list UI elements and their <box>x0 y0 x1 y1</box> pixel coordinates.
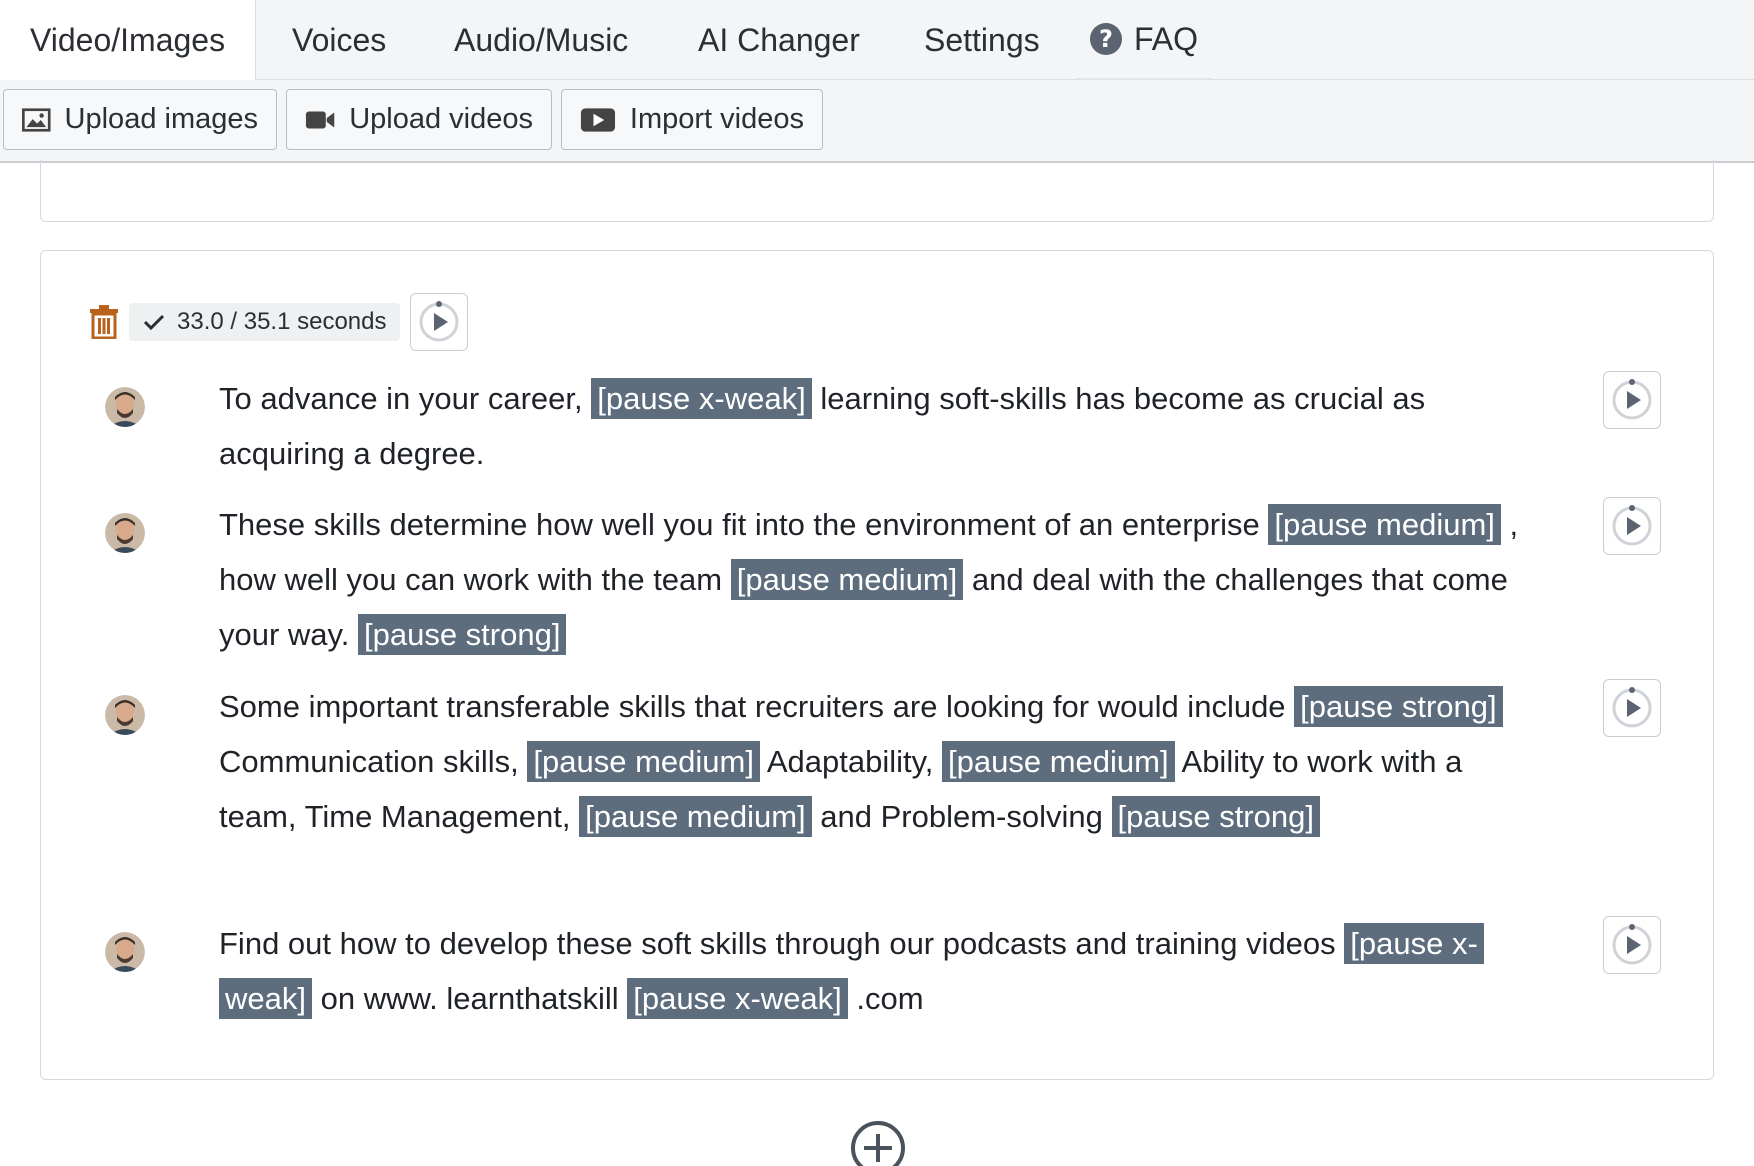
pause-tag[interactable]: [pause x-weak] <box>591 378 812 419</box>
media-toolbar: Upload images Upload videos Import video… <box>0 80 1754 163</box>
pause-tag[interactable]: [pause strong] <box>1294 686 1503 727</box>
sentence-fragment: Some important transferable skills that … <box>219 689 1295 724</box>
tab-video-images[interactable]: Video/Images <box>0 0 257 81</box>
sentence-play-button[interactable] <box>1603 497 1661 555</box>
add-scene-button[interactable] <box>850 1120 906 1166</box>
import-videos-label: Import videos <box>629 103 804 135</box>
duration-text: 33.0 / 35.1 seconds <box>177 308 387 335</box>
sentence-play-button[interactable] <box>1603 371 1661 429</box>
play-icon <box>1612 379 1652 420</box>
sentence-text[interactable]: To advance in your career, [pause x-weak… <box>219 371 1519 481</box>
check-icon <box>143 314 165 331</box>
sentence-play-button[interactable] <box>1603 916 1661 974</box>
tab-audio-music[interactable]: Audio/Music <box>454 0 628 80</box>
sentence-fragment: Adaptability, <box>759 744 943 779</box>
upload-images-label: Upload images <box>64 103 258 135</box>
voice-avatar[interactable] <box>105 513 145 553</box>
play-icon <box>1612 687 1652 728</box>
help-circle-icon: ? <box>1090 23 1122 55</box>
upload-videos-button[interactable]: Upload videos <box>286 89 552 150</box>
sentence-text[interactable]: These skills determine how well you fit … <box>219 497 1519 662</box>
import-videos-button[interactable]: Import videos <box>561 89 823 150</box>
upload-videos-label: Upload videos <box>349 103 533 135</box>
duration-badge: 33.0 / 35.1 seconds <box>129 303 401 341</box>
pause-tag[interactable]: [pause medium] <box>527 741 760 782</box>
pause-tag[interactable]: [pause x-weak] <box>627 978 848 1019</box>
upload-images-button[interactable]: Upload images <box>3 89 277 150</box>
sentence-fragment: To advance in your career, <box>219 381 592 416</box>
video-camera-icon <box>305 111 335 128</box>
sentence-fragment: on www. learnthatskill <box>311 981 628 1016</box>
sentence-fragment: Find out how to develop these soft skill… <box>219 926 1345 961</box>
pause-tag[interactable]: [pause medium] <box>942 741 1175 782</box>
voice-avatar[interactable] <box>105 387 145 427</box>
image-icon <box>22 107 51 132</box>
tab-settings[interactable]: Settings <box>924 0 1040 80</box>
pause-tag[interactable]: [pause medium] <box>1268 504 1501 545</box>
voice-avatar[interactable] <box>105 932 145 972</box>
scene-header: 33.0 / 35.1 seconds <box>89 293 469 351</box>
tab-bar: Video/Images Voices Audio/Music AI Chang… <box>0 0 1754 81</box>
pause-tag[interactable]: [pause strong] <box>1111 796 1320 837</box>
tab-ai-changer[interactable]: AI Changer <box>698 0 860 80</box>
trash-icon[interactable] <box>89 305 119 339</box>
tab-faq-label: FAQ <box>1134 20 1199 57</box>
voice-avatar[interactable] <box>105 695 145 735</box>
pause-tag[interactable]: [pause strong] <box>357 614 567 655</box>
scene-card: 33.0 / 35.1 seconds To advance in your c… <box>40 250 1714 1080</box>
play-icon <box>1612 505 1652 546</box>
play-icon <box>419 301 459 342</box>
play-icon <box>1612 924 1652 965</box>
sentence-play-button[interactable] <box>1603 679 1661 737</box>
previous-scene-card <box>40 160 1714 222</box>
tab-voices[interactable]: Voices <box>292 0 386 80</box>
sentence-fragment: .com <box>847 981 924 1016</box>
sentence-fragment: These skills determine how well you fit … <box>219 507 1269 542</box>
sentence-text[interactable]: Find out how to develop these soft skill… <box>219 916 1519 1026</box>
pause-tag[interactable]: [pause medium] <box>579 796 812 837</box>
tab-faq[interactable]: ? FAQ <box>1076 0 1213 80</box>
sentence-fragment: Communication skills, <box>219 744 528 779</box>
sentence-text[interactable]: Some important transferable skills that … <box>219 679 1519 844</box>
scene-play-button[interactable] <box>410 293 469 351</box>
sentence-fragment: and Problem-solving <box>811 799 1112 834</box>
pause-tag[interactable]: [pause medium] <box>730 559 964 600</box>
video-play-icon <box>580 107 616 132</box>
